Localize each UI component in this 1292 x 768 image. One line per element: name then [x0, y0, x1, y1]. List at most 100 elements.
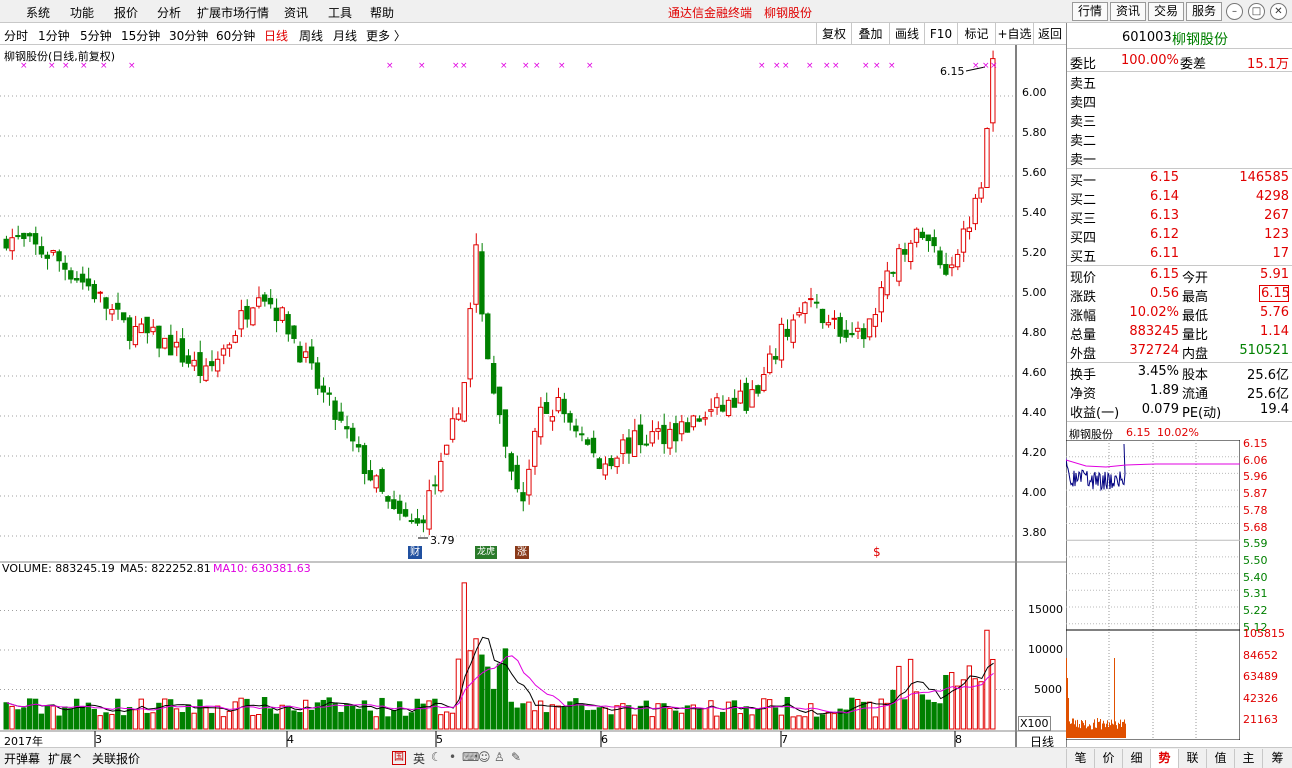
- close-icon[interactable]: ✕: [1270, 3, 1287, 20]
- stat-inner-label: 内盘: [1182, 347, 1209, 362]
- tab-chips[interactable]: 筹: [1262, 749, 1292, 768]
- volume-bar: [62, 706, 68, 730]
- tab-main[interactable]: 主: [1234, 749, 1262, 768]
- volume-bar: [332, 702, 338, 730]
- ytick-500: 5.00: [1022, 286, 1047, 299]
- candle-body: [872, 314, 879, 327]
- flag-icon[interactable]: 国: [392, 751, 406, 765]
- moon-icon[interactable]: ☾: [431, 750, 442, 764]
- mini-volume-tick: 63489: [1243, 670, 1278, 683]
- tab-link[interactable]: 联: [1178, 749, 1206, 768]
- input-lang-icon[interactable]: 英: [413, 750, 425, 767]
- period-1min[interactable]: 1分钟: [38, 27, 70, 44]
- limit-up-flag[interactable]: 涨: [515, 546, 529, 559]
- tab-ticks[interactable]: 笔: [1066, 749, 1094, 768]
- dot-icon[interactable]: •: [449, 750, 456, 764]
- tab-price[interactable]: 价: [1094, 749, 1122, 768]
- service-tab-button[interactable]: 服务: [1186, 2, 1222, 21]
- expand-button[interactable]: 扩展^: [48, 750, 82, 767]
- overlay-button[interactable]: 叠加: [851, 23, 889, 45]
- tab-value[interactable]: 值: [1206, 749, 1234, 768]
- menu-news[interactable]: 资讯: [284, 4, 308, 21]
- menu-help[interactable]: 帮助: [370, 4, 394, 21]
- candle-body: [332, 400, 338, 420]
- candle-body: [197, 352, 203, 377]
- volume-bar: [414, 698, 420, 730]
- quote-tab-button[interactable]: 行情: [1072, 2, 1108, 21]
- keyboard-icon[interactable]: ⌨: [462, 750, 479, 764]
- candle-body: [203, 365, 209, 381]
- danmu-button[interactable]: 开弹幕: [4, 750, 40, 767]
- menu-quote[interactable]: 报价: [114, 4, 138, 21]
- volume-bar: [543, 712, 550, 730]
- candle-body: [878, 287, 884, 313]
- buy4-volume: 123: [1264, 227, 1289, 242]
- restore-icon[interactable]: □: [1248, 3, 1265, 20]
- menu-tools[interactable]: 工具: [328, 4, 352, 21]
- candle-body: [943, 263, 949, 275]
- buy5-volume: 17: [1272, 246, 1289, 261]
- candle-body: [479, 251, 485, 315]
- tab-detail[interactable]: 细: [1122, 749, 1150, 768]
- stat-high-label: 最高: [1182, 290, 1209, 305]
- candle-body: [743, 382, 749, 411]
- volume-bar: [349, 705, 356, 730]
- period-weekly[interactable]: 周线: [299, 27, 323, 44]
- period-bar: 分时 1分钟 5分钟 15分钟 30分钟 60分钟 日线 周线 月线 更多 〉 …: [0, 23, 1066, 45]
- volume-bar: [678, 712, 685, 730]
- f10-button[interactable]: F10: [924, 23, 957, 45]
- wrench-icon[interactable]: ✎: [511, 750, 521, 764]
- event-marker: ×: [823, 61, 831, 71]
- adjust-button[interactable]: 复权: [816, 23, 851, 45]
- period-60min[interactable]: 60分钟: [216, 27, 255, 44]
- candle-body: [502, 409, 509, 447]
- news-tab-button[interactable]: 资讯: [1110, 2, 1146, 21]
- candle-body: [626, 437, 632, 454]
- candle-body: [126, 317, 133, 341]
- candle-body: [244, 305, 250, 320]
- volume-bar: [26, 698, 33, 730]
- period-5min[interactable]: 5分钟: [80, 27, 112, 44]
- candle-body: [62, 262, 68, 270]
- back-button[interactable]: 返回: [1033, 23, 1066, 45]
- volume-bar: [267, 708, 274, 730]
- period-more[interactable]: 更多 〉: [366, 27, 406, 44]
- candle-body: [91, 283, 97, 300]
- candle-body: [719, 404, 726, 412]
- candle-body: [555, 397, 561, 412]
- draw-line-button[interactable]: 画线: [889, 23, 924, 45]
- minimize-icon[interactable]: –: [1226, 3, 1243, 20]
- menu-analysis[interactable]: 分析: [157, 4, 181, 21]
- volume-bar: [385, 716, 391, 730]
- mark-button[interactable]: 标记: [957, 23, 995, 45]
- period-daily[interactable]: 日线: [264, 27, 288, 44]
- volume-bar: [978, 681, 984, 730]
- add-watchlist-button[interactable]: +自选: [995, 23, 1033, 45]
- user-icon[interactable]: ☺: [478, 750, 491, 764]
- volume-bar: [778, 714, 785, 730]
- period-30min[interactable]: 30分钟: [169, 27, 208, 44]
- mini-intraday-chart[interactable]: [1066, 440, 1240, 740]
- finance-flag[interactable]: 财: [408, 546, 422, 559]
- kline-chart[interactable]: × × × × × × × × × × × × × × × × × × × × × × × × × × ×: [0, 45, 1066, 747]
- period-monthly[interactable]: 月线: [333, 27, 357, 44]
- volume-bar: [849, 697, 855, 730]
- menu-function[interactable]: 功能: [70, 4, 94, 21]
- dragon-tiger-flag[interactable]: 龙虎: [475, 546, 497, 559]
- candle-body: [32, 233, 39, 245]
- volume-bar: [344, 704, 350, 730]
- dollar-flag[interactable]: $: [873, 545, 881, 559]
- ma5-label: MA5: 822252.81: [120, 562, 211, 575]
- volume-bar: [138, 698, 144, 730]
- candle-body: [526, 468, 532, 496]
- menu-ext-market[interactable]: 扩展市场行情: [197, 4, 269, 21]
- candle-body: [813, 301, 820, 304]
- volume-bar: [514, 707, 520, 730]
- trade-tab-button[interactable]: 交易: [1148, 2, 1184, 21]
- tab-trend[interactable]: 势: [1150, 749, 1178, 768]
- shirt-icon[interactable]: ♙: [494, 750, 505, 764]
- period-15min[interactable]: 15分钟: [121, 27, 160, 44]
- period-intraday[interactable]: 分时: [4, 27, 28, 44]
- menu-system[interactable]: 系统: [26, 4, 50, 21]
- related-quote-button[interactable]: 关联报价: [92, 750, 140, 767]
